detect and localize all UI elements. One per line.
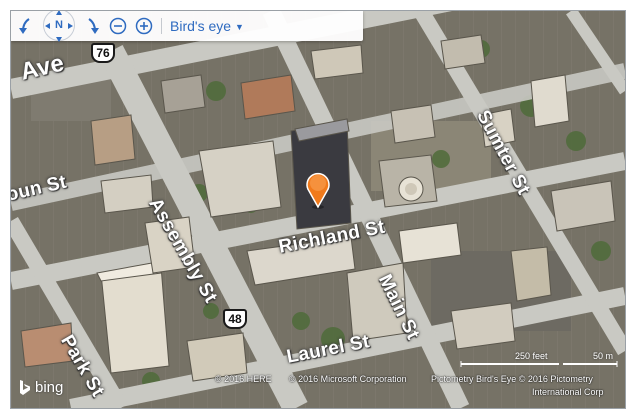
rotate-right-arrow-icon — [88, 18, 99, 34]
attribution-here: © 2016 HERE — [215, 374, 272, 384]
map-style-dropdown[interactable]: Bird's eye ▼ — [170, 18, 244, 34]
rotate-left-arrow-icon — [19, 18, 30, 34]
compass-north-arrow-icon — [56, 11, 62, 15]
compass-north-label: N — [55, 19, 63, 31]
compass[interactable]: N — [37, 11, 81, 42]
zoom-out-button[interactable] — [107, 15, 129, 37]
map-toolbar: N Bird's eye ▼ — [11, 11, 363, 42]
map-view[interactable]: Ave oun St Assembly St Richland St Main … — [10, 10, 626, 409]
zoom-out-icon — [109, 17, 127, 35]
scale-meters-label: 50 m — [593, 351, 614, 361]
scale-feet-label: 250 feet — [515, 351, 548, 361]
route-shield-48: 48 — [223, 309, 247, 329]
rotate-right-button[interactable] — [81, 15, 103, 37]
rotate-left-button[interactable] — [15, 15, 37, 37]
location-pin-icon[interactable] — [305, 171, 331, 214]
bing-logo-text: bing — [35, 379, 64, 396]
attribution-microsoft: © 2016 Microsoft Corporation — [289, 374, 407, 384]
compass-south-arrow-icon — [56, 37, 62, 42]
toolbar-separator — [161, 18, 162, 34]
map-style-label: Bird's eye — [170, 18, 232, 34]
zoom-in-icon — [135, 17, 153, 35]
scale-bar-line — [460, 361, 618, 367]
attribution-pictometry-line2: International Corp — [532, 387, 604, 397]
route-shield-us76: 76 — [91, 43, 115, 63]
bing-b-icon — [20, 379, 30, 395]
scale-bar: 250 feet 50 m — [459, 351, 619, 371]
chevron-down-icon: ▼ — [235, 21, 244, 32]
bing-logo: bing — [19, 379, 63, 396]
attribution-pictometry-line1: Pictometry Bird's Eye © 2016 Pictometry — [431, 374, 593, 384]
zoom-in-button[interactable] — [133, 15, 155, 37]
